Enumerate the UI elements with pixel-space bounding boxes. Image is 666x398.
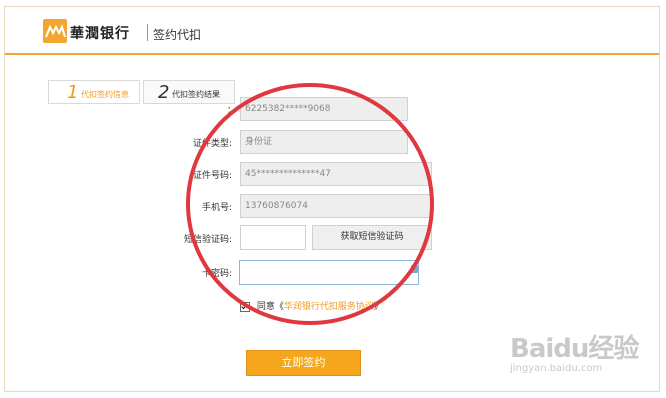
- baidu-watermark: Baidu经验 jingyan.baidu.com: [510, 328, 639, 374]
- watermark-brand: Baidu经验: [510, 334, 639, 364]
